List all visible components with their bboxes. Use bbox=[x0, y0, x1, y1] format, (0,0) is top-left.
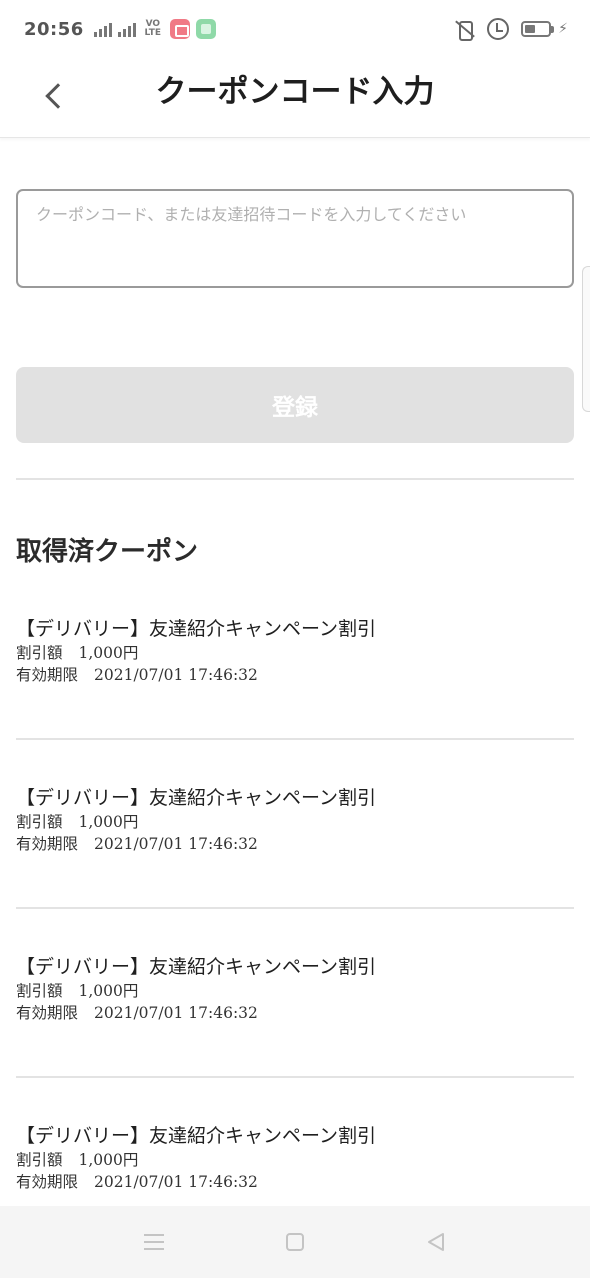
coupon-name: 【デリバリー】友達紹介キャンペーン割引 bbox=[16, 956, 377, 978]
system-nav-bar bbox=[0, 1206, 590, 1278]
discount-value: 1,000円 bbox=[78, 1151, 139, 1169]
discount-value: 1,000円 bbox=[78, 982, 139, 1000]
vibrate-off-icon bbox=[453, 18, 475, 41]
coupon-name: 【デリバリー】友達紹介キャンペーン割引 bbox=[16, 618, 377, 640]
divider bbox=[16, 738, 574, 740]
expiry-label: 有効期限 bbox=[16, 1173, 79, 1191]
expiry-label: 有効期限 bbox=[16, 835, 79, 853]
page-title: クーポンコード入力 bbox=[155, 74, 435, 110]
expiry-value: 2021/07/01 17:46:32 bbox=[94, 1004, 258, 1022]
coupon-name: 【デリバリー】友達紹介キャンペーン割引 bbox=[16, 787, 377, 809]
register-button[interactable]: 登録 bbox=[16, 367, 574, 443]
discount-label: 割引額 bbox=[16, 1151, 63, 1169]
expiry-value: 2021/07/01 17:46:32 bbox=[94, 1173, 258, 1191]
coupon-discount: 割引額 1,000円 bbox=[16, 811, 574, 833]
scroll-handle[interactable] bbox=[582, 266, 590, 412]
divider bbox=[16, 1076, 574, 1078]
status-right-icons: ⚡ bbox=[453, 18, 568, 41]
nav-back-button[interactable] bbox=[420, 1228, 452, 1256]
expiry-value: 2021/07/01 17:46:32 bbox=[94, 666, 258, 684]
coupon-name: 【デリバリー】友達紹介キャンペーン割引 bbox=[16, 1125, 377, 1147]
coupon-expiry: 有効期限 2021/07/01 17:46:32 bbox=[16, 833, 574, 855]
app-header: クーポンコード入力 bbox=[0, 58, 590, 138]
status-time: 20:56 bbox=[24, 18, 84, 40]
acquired-coupons-title: 取得済クーポン bbox=[16, 537, 199, 567]
notification-app-icon-2 bbox=[195, 19, 216, 39]
discount-value: 1,000円 bbox=[78, 644, 139, 662]
coupon-item: 【デリバリー】友達紹介キャンペーン割引 割引額 1,000円 有効期限 2021/0… bbox=[16, 785, 574, 855]
coupon-expiry: 有効期限 2021/07/01 17:46:32 bbox=[16, 1002, 574, 1024]
signal-icon-2 bbox=[117, 21, 136, 37]
coupon-discount: 割引額 1,000円 bbox=[16, 980, 574, 1002]
volte-label: VO LTE bbox=[144, 19, 162, 38]
triangle-back-icon bbox=[428, 1233, 444, 1251]
expiry-label: 有効期限 bbox=[16, 666, 79, 684]
coupon-discount: 割引額 1,000円 bbox=[16, 1149, 574, 1171]
expiry-label: 有効期限 bbox=[16, 1004, 79, 1022]
coupon-item: 【デリバリー】友達紹介キャンペーン割引 割引額 1,000円 有効期限 2021/0… bbox=[16, 616, 574, 686]
coupon-discount: 割引額 1,000円 bbox=[16, 642, 574, 664]
expiry-value: 2021/07/01 17:46:32 bbox=[94, 835, 258, 853]
coupon-code-input[interactable] bbox=[16, 189, 574, 288]
battery-level bbox=[525, 25, 536, 33]
nav-home-button[interactable] bbox=[279, 1228, 311, 1256]
coupon-item: 【デリバリー】友達紹介キャンペーン割引 割引額 1,000円 有効期限 2021/0… bbox=[16, 1123, 574, 1193]
status-left-icons: VO LTE bbox=[93, 19, 216, 39]
coupon-expiry: 有効期限 2021/07/01 17:46:32 bbox=[16, 1171, 574, 1193]
battery-icon: ⚡ bbox=[521, 21, 568, 37]
menu-icon bbox=[144, 1234, 164, 1236]
discount-label: 割引額 bbox=[16, 644, 63, 662]
square-home-icon bbox=[286, 1233, 304, 1251]
coupon-item: 【デリバリー】友達紹介キャンペーン割引 割引額 1,000円 有効期限 2021/0… bbox=[16, 954, 574, 1024]
divider bbox=[16, 478, 574, 480]
notification-app-icon bbox=[169, 19, 190, 39]
discount-label: 割引額 bbox=[16, 813, 63, 831]
discount-label: 割引額 bbox=[16, 982, 63, 1000]
alarm-icon bbox=[487, 18, 510, 40]
signal-icon bbox=[93, 21, 112, 37]
coupon-expiry: 有効期限 2021/07/01 17:46:32 bbox=[16, 664, 574, 686]
status-bar: 20:56 VO LTE ⚡ bbox=[0, 0, 590, 58]
discount-value: 1,000円 bbox=[78, 813, 139, 831]
divider bbox=[16, 907, 574, 909]
nav-menu-button[interactable] bbox=[138, 1228, 170, 1256]
charging-icon: ⚡ bbox=[558, 21, 568, 37]
